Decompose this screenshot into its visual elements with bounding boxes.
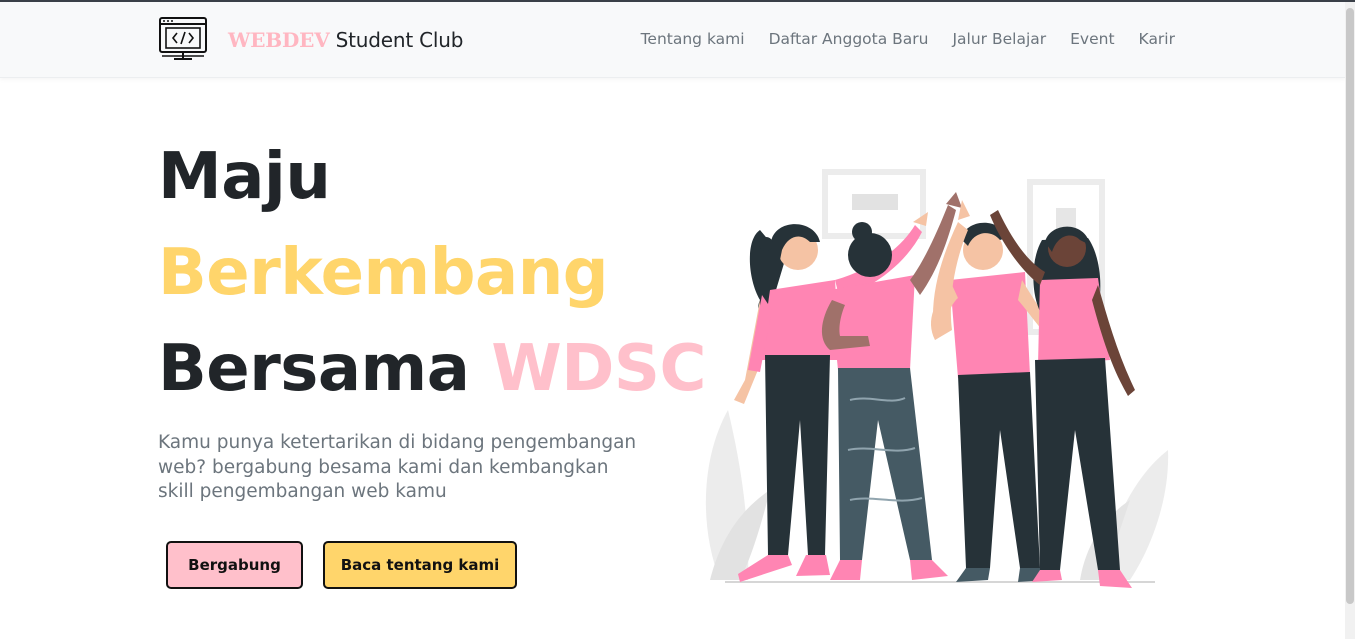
hero-title-line-1: Maju <box>158 140 331 214</box>
team-high-five-illustration <box>705 169 1169 588</box>
hero-title-line-2: Berkembang <box>158 236 609 310</box>
brand-name: WEBDEV Student Club <box>228 28 463 52</box>
nav-jalur-belajar[interactable]: Jalur Belajar <box>952 30 1046 48</box>
hero-title-line-3-prefix: Bersama <box>158 332 492 406</box>
nav-event[interactable]: Event <box>1070 30 1114 48</box>
brand-link[interactable]: WEBDEV Student Club <box>158 14 463 66</box>
page-scrollbar[interactable] <box>1345 2 1355 639</box>
nav-karir[interactable]: Karir <box>1139 30 1175 48</box>
main-nav: Tentang kami Daftar Anggota Baru Jalur B… <box>641 30 1175 48</box>
join-button[interactable]: Bergabung <box>166 541 303 589</box>
brand-suffix: Student Club <box>329 28 464 52</box>
read-about-button[interactable]: Baca tentang kami <box>323 541 517 589</box>
code-monitor-icon <box>159 17 207 60</box>
hero-title-line-3: Bersama WDSC <box>158 332 706 406</box>
hero-description: Kamu punya ketertarikan di bidang pengem… <box>158 432 637 502</box>
scrollbar-thumb[interactable] <box>1346 8 1354 604</box>
nav-daftar-anggota-baru[interactable]: Daftar Anggota Baru <box>769 30 929 48</box>
nav-tentang-kami[interactable]: Tentang kami <box>641 30 745 48</box>
navbar: WEBDEV Student Club Tentang kami Daftar … <box>0 2 1345 78</box>
brand-accent: WEBDEV <box>228 28 330 52</box>
hero-title-accent: WDSC <box>491 332 706 406</box>
